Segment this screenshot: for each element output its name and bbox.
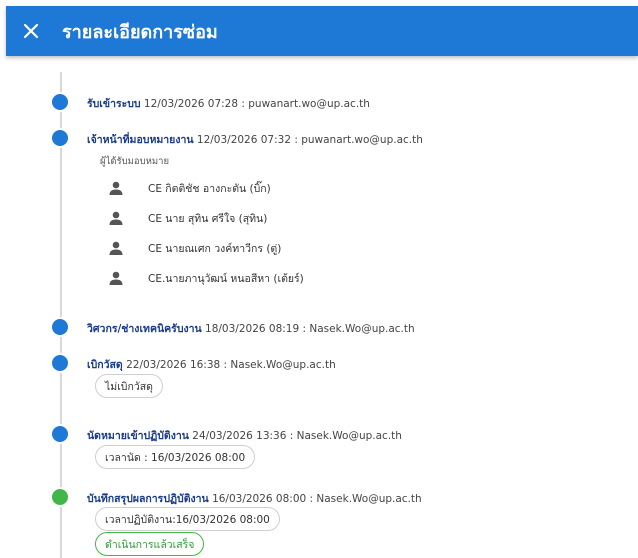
timeline-dot-success xyxy=(52,489,68,505)
person-icon xyxy=(109,211,123,225)
repair-timeline: รับเข้าระบบ 12/03/2026 07:28 : puwanart.… xyxy=(0,60,638,558)
person-icon xyxy=(109,271,123,285)
timeline-dot xyxy=(52,426,68,442)
event-line: เบิกวัสดุ 22/03/2026 16:38 : Nasek.Wo@up… xyxy=(87,356,336,373)
assignee-name: CE นายณเศก วงค์ทาวีกร (ตู่) xyxy=(148,242,282,255)
timeline-dot xyxy=(52,319,68,335)
event-detail: 22/03/2026 16:38 : Nasek.Wo@up.ac.th xyxy=(126,359,336,371)
assignee-name: CE นาย สุทิน ศรีใจ (สุทิน) xyxy=(148,212,268,225)
event-line: เจ้าหน้าที่มอบหมายงาน 12/03/2026 07:32 :… xyxy=(87,131,423,148)
event-label: เจ้าหน้าที่มอบหมายงาน xyxy=(87,134,194,146)
status-badge: ดำเนินการแล้วเสร็จ xyxy=(95,532,205,556)
assignee-item: CE นาย สุทิน ศรีใจ (สุทิน) xyxy=(108,210,267,226)
event-label: รับเข้าระบบ xyxy=(87,98,141,110)
event-label: เบิกวัสดุ xyxy=(87,359,123,371)
event-label: นัดหมายเข้าปฏิบัติงาน xyxy=(87,430,189,442)
page-title: รายละเอียดการซ่อม xyxy=(62,21,218,43)
event-detail: 18/03/2026 08:19 : Nasek.Wo@up.ac.th xyxy=(205,323,415,335)
event-line: บันทึกสรุปผลการปฏิบัติงาน 16/03/2026 08:… xyxy=(87,490,422,507)
event-line: รับเข้าระบบ 12/03/2026 07:28 : puwanart.… xyxy=(87,95,370,112)
event-line: นัดหมายเข้าปฏิบัติงาน 24/03/2026 13:36 :… xyxy=(87,427,402,444)
close-icon xyxy=(23,23,39,39)
event-label: วิศวกร/ช่างเทคนิครับงาน xyxy=(87,323,202,335)
assignee-item: CE นายณเศก วงค์ทาวีกร (ตู่) xyxy=(108,240,281,256)
work-time-chip: เวลาปฏิบัติงาน:16/03/2026 08:00 xyxy=(95,507,280,531)
event-detail: 12/03/2026 07:32 : puwanart.wo@up.ac.th xyxy=(196,134,423,146)
timeline-dot xyxy=(52,130,68,146)
event-line: วิศวกร/ช่างเทคนิครับงาน 18/03/2026 08:19… xyxy=(87,320,415,337)
assignee-name: CE กิตติชัช อางกะตัน (บิ๊ก) xyxy=(148,182,271,195)
close-button[interactable] xyxy=(6,6,56,56)
appointment-time-chip: เวลานัด : 16/03/2026 08:00 xyxy=(95,445,256,469)
event-label: บันทึกสรุปผลการปฏิบัติงาน xyxy=(87,493,209,505)
assignee-item: CE.นายภานุวัฒน์ หนอสีหา (เต้ยร์) xyxy=(108,270,304,286)
assignee-sublabel: ผู้ได้รับมอบหมาย xyxy=(100,156,170,167)
assignee-item: CE กิตติชัช อางกะตัน (บิ๊ก) xyxy=(108,180,271,196)
event-detail: 16/03/2026 08:00 : Nasek.Wo@up.ac.th xyxy=(212,493,422,505)
person-icon xyxy=(109,241,123,255)
timeline-dot xyxy=(52,94,68,110)
event-detail: 12/03/2026 07:28 : puwanart.wo@up.ac.th xyxy=(143,98,370,110)
materials-chip: ไม่เบิกวัสดุ xyxy=(95,374,163,398)
timeline-dot xyxy=(52,355,68,371)
event-detail: 24/03/2026 13:36 : Nasek.Wo@up.ac.th xyxy=(192,430,402,442)
assignee-name: CE.นายภานุวัฒน์ หนอสีหา (เต้ยร์) xyxy=(148,272,304,285)
person-icon xyxy=(109,181,123,195)
top-app-bar: รายละเอียดการซ่อม xyxy=(6,6,638,56)
